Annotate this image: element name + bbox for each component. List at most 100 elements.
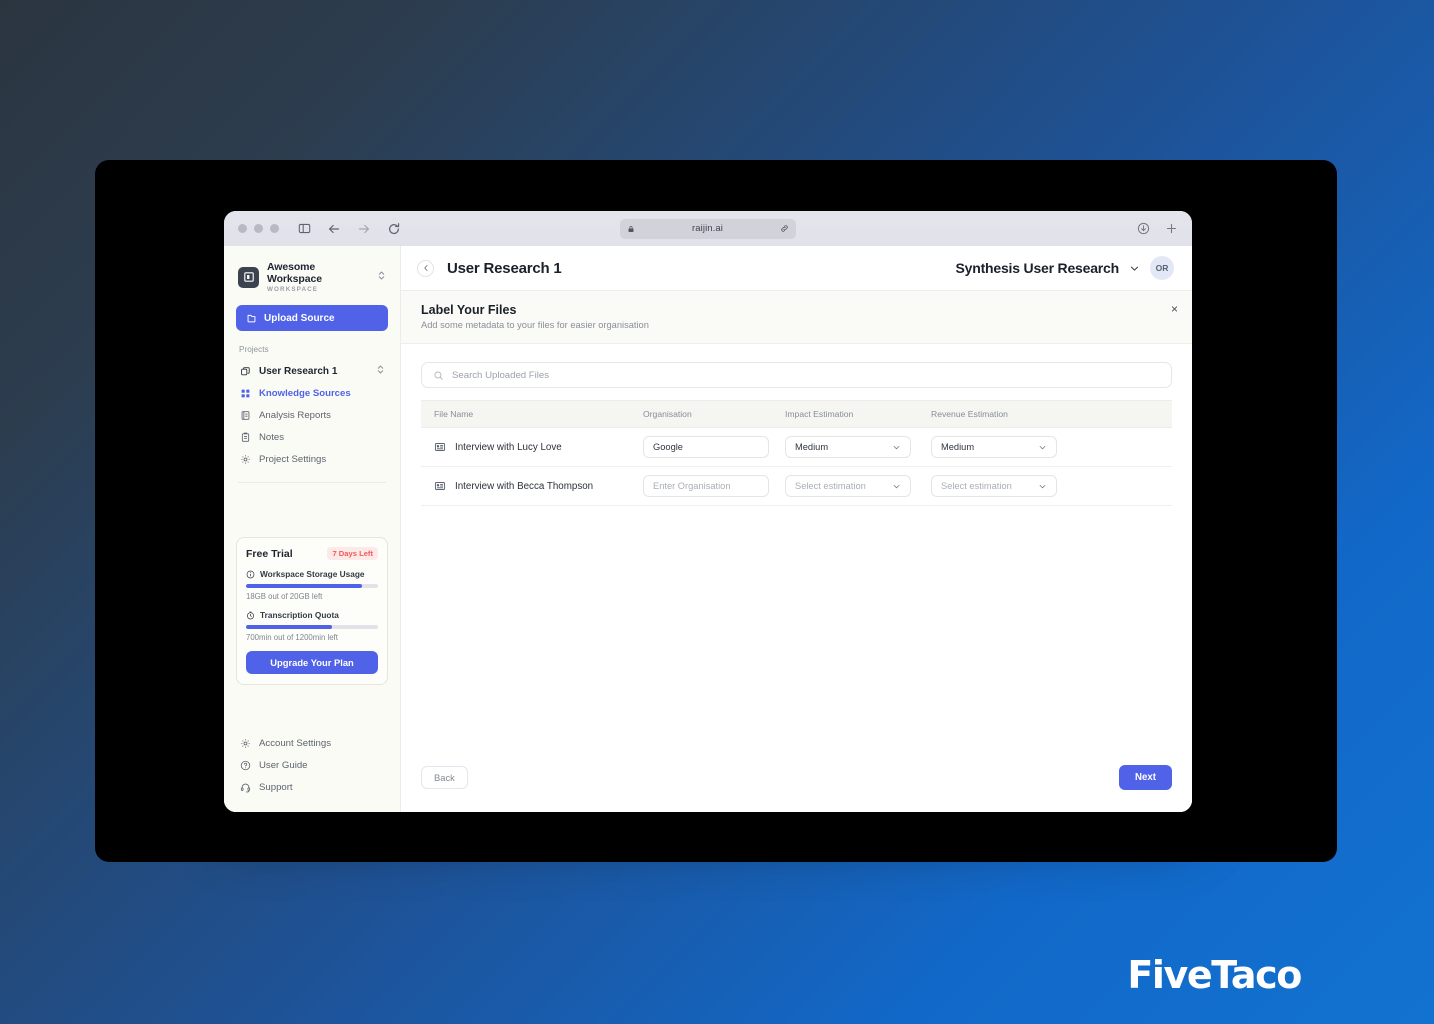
projects-section-label: Projects xyxy=(239,345,269,355)
sidebar-item-label: User Guide xyxy=(259,759,308,771)
grid-icon xyxy=(239,388,251,399)
trial-title: Free Trial xyxy=(246,547,293,560)
main-content: User Research 1 Synthesis User Research … xyxy=(401,246,1192,812)
transcription-quota-label: Transcription Quota xyxy=(260,610,339,621)
chevron-down-icon xyxy=(892,443,901,452)
gear-icon xyxy=(239,738,251,749)
sidebar-item-label: Knowledge Sources xyxy=(259,387,351,399)
modal-title: Label Your Files xyxy=(421,303,517,317)
trial-header: Free Trial 7 Days Left xyxy=(246,547,378,561)
plus-icon[interactable] xyxy=(1165,222,1178,235)
browser-chrome: raijin.ai xyxy=(224,211,1192,246)
upload-source-button[interactable]: Upload Source xyxy=(236,305,388,332)
organisation-input[interactable] xyxy=(653,481,773,491)
impact-estimation-select[interactable]: Select estimation xyxy=(785,475,911,497)
topbar-right: Synthesis User Research OR xyxy=(955,256,1174,280)
maximize-window-dot[interactable] xyxy=(270,224,279,233)
sidebar: Awesome Workspace WORKSPACE Upload Sourc… xyxy=(224,246,401,812)
browser-reload-icon[interactable] xyxy=(387,222,401,236)
chevron-up-down-icon[interactable] xyxy=(377,268,386,286)
file-name-text: Interview with Lucy Love xyxy=(455,441,562,453)
cell-revenue-estimation: Select estimation xyxy=(931,466,1172,506)
workspace-switcher[interactable]: Awesome Workspace WORKSPACE xyxy=(236,246,388,305)
clock-icon xyxy=(246,611,255,620)
sidebar-project-label: User Research 1 xyxy=(259,365,338,377)
notes-icon xyxy=(239,432,251,443)
table-row: Interview with Lucy Love Medium xyxy=(421,427,1172,467)
revenue-estimation-placeholder: Select estimation xyxy=(941,481,1012,491)
cell-file-name: Interview with Becca Thompson xyxy=(421,466,643,506)
sidebar-item-label: Project Settings xyxy=(259,453,327,465)
minimize-window-dot[interactable] xyxy=(254,224,263,233)
app-root: Awesome Workspace WORKSPACE Upload Sourc… xyxy=(224,246,1192,812)
modal-header: Label Your Files Add some metadata to yo… xyxy=(401,290,1192,344)
synthesis-name: Synthesis User Research xyxy=(955,260,1120,276)
chevron-left-icon[interactable] xyxy=(417,259,434,277)
address-bar[interactable]: raijin.ai xyxy=(620,218,796,239)
window-traffic-lights[interactable] xyxy=(238,224,279,233)
lock-icon xyxy=(627,225,635,233)
modal-content: File Name Organisation Impact Estimation… xyxy=(401,344,1192,765)
table-header-row: File Name Organisation Impact Estimation… xyxy=(421,400,1172,428)
app-topbar: User Research 1 Synthesis User Research … xyxy=(401,246,1192,290)
link-icon[interactable] xyxy=(780,224,789,233)
sidebar-item-notes[interactable]: Notes xyxy=(236,426,388,448)
files-table-body: Interview with Lucy Love Medium xyxy=(421,427,1172,506)
upgrade-plan-button[interactable]: Upgrade Your Plan xyxy=(246,651,378,675)
chevron-down-icon xyxy=(1038,482,1047,491)
trial-days-badge: 7 Days Left xyxy=(327,547,378,561)
organisation-input-wrap[interactable] xyxy=(643,475,773,497)
next-button[interactable]: Next xyxy=(1119,765,1172,790)
file-name-wrap: Interview with Lucy Love xyxy=(434,441,643,453)
organisation-input-wrap[interactable] xyxy=(643,436,773,458)
column-header-file-name: File Name xyxy=(421,400,643,428)
sidebar-item-project-settings[interactable]: Project Settings xyxy=(236,448,388,470)
download-icon[interactable] xyxy=(1137,222,1150,235)
revenue-estimation-select[interactable]: Medium xyxy=(931,436,1057,458)
sidebar-item-knowledge-sources[interactable]: Knowledge Sources xyxy=(236,382,388,404)
workspace-names: Awesome Workspace WORKSPACE xyxy=(267,261,369,293)
modal-subtitle: Add some metadata to your files for easi… xyxy=(421,320,649,330)
browser-forward-icon[interactable] xyxy=(357,222,371,236)
storage-meter-header: Workspace Storage Usage xyxy=(246,569,378,579)
files-table: File Name Organisation Impact Estimation… xyxy=(421,400,1172,506)
impact-estimation-select[interactable]: Medium xyxy=(785,436,911,458)
avatar[interactable]: OR xyxy=(1150,256,1174,280)
gear-icon xyxy=(239,454,251,465)
sidebar-item-label: Account Settings xyxy=(259,737,331,749)
impact-estimation-value: Medium xyxy=(795,442,829,452)
chrome-right-icons xyxy=(1137,222,1178,235)
transcription-quota-bar xyxy=(246,625,378,630)
revenue-estimation-value: Medium xyxy=(941,442,975,452)
revenue-estimation-select[interactable]: Select estimation xyxy=(931,475,1057,497)
project-chevron-up-down-icon[interactable] xyxy=(376,364,385,378)
sidebar-item-label: Support xyxy=(259,781,293,793)
files-table-head: File Name Organisation Impact Estimation… xyxy=(421,400,1172,428)
chevron-down-icon[interactable] xyxy=(1129,263,1140,274)
back-button[interactable]: Back xyxy=(421,766,468,789)
organisation-input[interactable] xyxy=(653,442,773,452)
column-header-organisation: Organisation xyxy=(643,400,785,428)
search-input[interactable] xyxy=(452,369,1160,381)
sidebar-project-user-research-1[interactable]: User Research 1 xyxy=(236,360,388,382)
browser-back-icon[interactable] xyxy=(327,222,341,236)
sidebar-item-analysis-reports[interactable]: Analysis Reports xyxy=(236,404,388,426)
transcription-meter-header: Transcription Quota xyxy=(246,610,378,620)
sidebar-item-account-settings[interactable]: Account Settings xyxy=(236,732,388,754)
info-circle-icon xyxy=(246,570,255,579)
chevron-down-icon xyxy=(1038,443,1047,452)
cell-impact-estimation: Select estimation xyxy=(785,466,931,506)
sidebar-toggle-icon[interactable] xyxy=(298,222,311,235)
upload-source-icon xyxy=(246,313,257,324)
sidebar-divider xyxy=(238,482,386,484)
storage-usage-note: 18GB out of 20GB left xyxy=(246,592,323,602)
search-uploaded-files-box[interactable] xyxy=(421,362,1172,388)
close-window-dot[interactable] xyxy=(238,224,247,233)
sidebar-item-support[interactable]: Support xyxy=(236,776,388,798)
column-header-impact-estimation: Impact Estimation xyxy=(785,400,931,428)
browser-window: raijin.ai Awesome Workspace WORKSPACE Up… xyxy=(224,211,1192,812)
close-icon[interactable]: × xyxy=(1171,303,1178,315)
address-bar-url: raijin.ai xyxy=(692,223,723,234)
sidebar-item-user-guide[interactable]: User Guide xyxy=(236,754,388,776)
column-header-revenue-estimation: Revenue Estimation xyxy=(931,400,1172,428)
